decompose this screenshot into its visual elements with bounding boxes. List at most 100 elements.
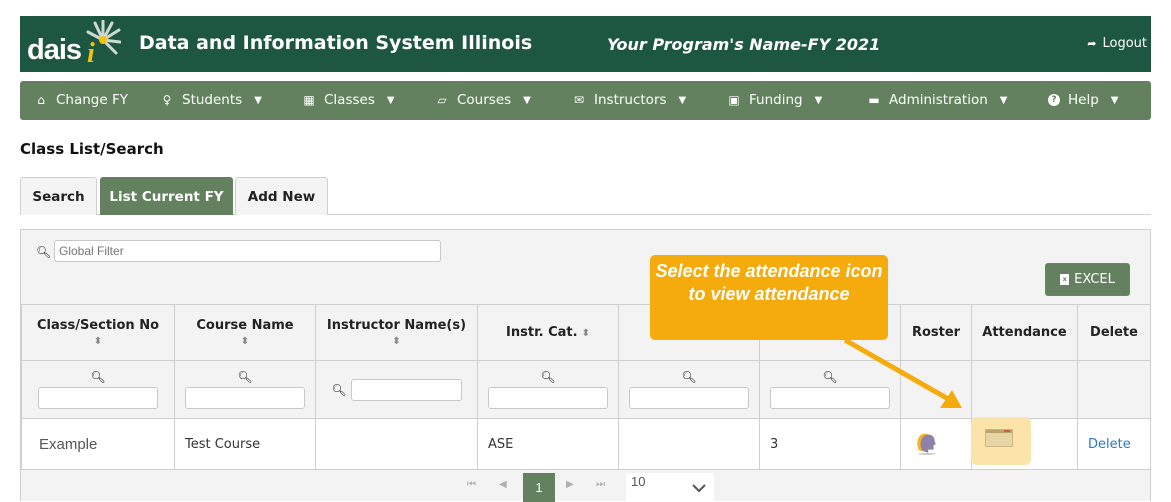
rows-per-page-select[interactable]: 10 xyxy=(626,473,714,502)
caret-down-icon: ▼ xyxy=(386,94,395,106)
home-icon: ⌂ xyxy=(37,93,45,107)
tab-bar: Search List Current FY Add New xyxy=(20,177,1151,215)
excel-file-icon: x xyxy=(1060,274,1070,285)
filter-class-section-no[interactable] xyxy=(38,387,158,409)
nav-instructors[interactable]: ✉ Instructors ▼ xyxy=(572,92,686,108)
table-row: Example Test Course ASE 3 Delete xyxy=(21,417,1151,470)
building-icon: ▦ xyxy=(303,93,315,107)
nav-students[interactable]: ♀ Students ▼ xyxy=(160,92,262,108)
chevron-down-icon xyxy=(692,484,706,493)
cell-instructor-names xyxy=(315,418,478,470)
cell-attendance xyxy=(971,417,1078,470)
cell-class-section-no: Example xyxy=(21,418,175,470)
first-page-icon[interactable]: ⏮ xyxy=(467,479,476,490)
cell-column-6: 3 xyxy=(759,418,901,470)
filter-course-name[interactable] xyxy=(185,387,305,409)
logout-icon: ➦ xyxy=(1087,37,1097,50)
nav-label: Instructors xyxy=(594,92,667,108)
money-icon: ▣ xyxy=(728,93,740,107)
excel-export-button[interactable]: x EXCEL xyxy=(1045,263,1130,296)
caret-down-icon: ▼ xyxy=(678,94,687,106)
instruction-callout: Select the attendance icon to view atten… xyxy=(650,255,888,340)
sort-icon[interactable]: ⬍ xyxy=(26,337,170,347)
nav-label: Administration xyxy=(889,92,988,108)
header-bar: dais i Data and Information System Illin… xyxy=(20,16,1151,72)
program-name: Your Program's Name-FY 2021 xyxy=(607,35,881,54)
filter-row: 🔍︎ 🔍︎ 🔍︎ 🔍︎ 🔍︎ 🔍︎ xyxy=(21,360,1151,419)
nav-label: Help xyxy=(1068,92,1099,108)
search-icon: 🔍︎ xyxy=(540,370,556,384)
logout-button[interactable]: ➦ Logout xyxy=(1087,36,1147,51)
search-icon: 🔍︎ xyxy=(681,370,697,384)
nav-label: Change FY xyxy=(56,92,128,108)
filter-column-5[interactable] xyxy=(629,387,749,409)
caret-down-icon: ▼ xyxy=(814,94,823,106)
global-filter-input[interactable] xyxy=(54,240,441,262)
logo-text: dais xyxy=(27,34,82,66)
caret-down-icon: ▼ xyxy=(523,94,531,106)
nav-funding[interactable]: ▣ Funding ▼ xyxy=(727,92,822,108)
daisi-logo[interactable]: dais i xyxy=(27,20,121,70)
tab-add-new[interactable]: Add New xyxy=(235,177,328,215)
sort-icon[interactable]: ⬍ xyxy=(179,337,311,347)
site-title: Data and Information System Illinois xyxy=(139,32,533,54)
cell-instr-cat: ASE xyxy=(477,418,619,470)
excel-label: EXCEL xyxy=(1074,272,1115,287)
tab-search[interactable]: Search xyxy=(20,177,97,215)
class-list-panel: 🔍︎ x EXCEL Class/Section No⬍ Course Name… xyxy=(20,229,1151,502)
cell-roster xyxy=(900,418,972,470)
pagination: ⏮ ◀ 1 ▶ ⏭ 10 xyxy=(21,469,1150,502)
megaphone-icon: ✉ xyxy=(573,93,585,107)
cell-course-name: Test Course xyxy=(174,418,316,470)
question-circle-icon: ? xyxy=(1048,94,1060,106)
nav-administration[interactable]: ▬ Administration ▼ xyxy=(867,92,1008,108)
nav-label: Classes xyxy=(324,92,375,108)
next-page-icon[interactable]: ▶ xyxy=(566,479,574,490)
page-1-button[interactable]: 1 xyxy=(523,473,555,502)
book-icon: ▱ xyxy=(437,93,447,107)
nav-change-fy[interactable]: ⌂ Change FY xyxy=(34,92,128,108)
column-header-instructor-names[interactable]: Instructor Name(s) ⬍ xyxy=(315,304,478,361)
search-icon: 🔍︎ xyxy=(237,370,253,384)
page-title: Class List/Search xyxy=(20,140,164,158)
prev-page-icon[interactable]: ◀ xyxy=(499,479,507,490)
header-row: Class/Section No ⬍ Course Name ⬍ Instructo… xyxy=(21,304,1151,361)
column-header-attendance: Attendance xyxy=(971,304,1078,361)
cell-column-5 xyxy=(618,418,760,470)
main-nav: ⌂ Change FY ♀ Students ▼ ▦ Classes ▼ ▱ C… xyxy=(20,81,1151,120)
nav-label: Students xyxy=(182,92,243,108)
column-header-course-name[interactable]: Course Name ⬍ xyxy=(174,304,316,361)
filter-column-6[interactable] xyxy=(770,387,890,409)
rows-per-page-value: 10 xyxy=(631,474,646,489)
search-icon: 🔍︎ xyxy=(822,370,838,384)
logout-label: Logout xyxy=(1102,36,1147,51)
column-header-delete: Delete xyxy=(1077,304,1151,361)
student-icon: ♀ xyxy=(162,93,172,107)
sort-icon[interactable]: ⬍ xyxy=(582,329,590,339)
column-header-class-section-no[interactable]: Class/Section No ⬍ xyxy=(21,304,175,361)
attendance-calendar-icon[interactable] xyxy=(985,429,1013,447)
delete-link[interactable]: Delete xyxy=(1088,437,1131,452)
nav-courses[interactable]: ▱ Courses ▼ xyxy=(435,92,531,108)
nav-label: Courses xyxy=(457,92,512,108)
last-page-icon[interactable]: ⏭ xyxy=(596,479,605,490)
caret-down-icon: ▼ xyxy=(999,94,1008,106)
folder-icon: ▬ xyxy=(868,93,880,107)
nav-label: Funding xyxy=(749,92,803,108)
column-header-instr-cat[interactable]: Instr. Cat. ⬍ xyxy=(477,304,619,361)
search-icon: 🔍︎ xyxy=(331,382,347,397)
roster-person-icon[interactable] xyxy=(913,429,939,455)
column-header-roster: Roster xyxy=(900,304,972,361)
search-icon: 🔍︎ xyxy=(90,370,106,384)
nav-help[interactable]: ? Help ▼ xyxy=(1048,92,1118,108)
logo-i: i xyxy=(87,38,95,69)
nav-classes[interactable]: ▦ Classes ▼ xyxy=(302,92,395,108)
search-icon: 🔍︎ xyxy=(36,245,52,259)
filter-instr-cat[interactable] xyxy=(488,387,608,409)
cell-delete: Delete xyxy=(1077,418,1151,470)
sort-icon[interactable]: ⬍ xyxy=(320,337,473,347)
caret-down-icon: ▼ xyxy=(254,94,262,106)
class-table: Class/Section No ⬍ Course Name ⬍ Instructo… xyxy=(21,304,1151,470)
filter-instructor-names[interactable] xyxy=(350,378,462,401)
tab-list-current-fy[interactable]: List Current FY xyxy=(100,177,233,215)
